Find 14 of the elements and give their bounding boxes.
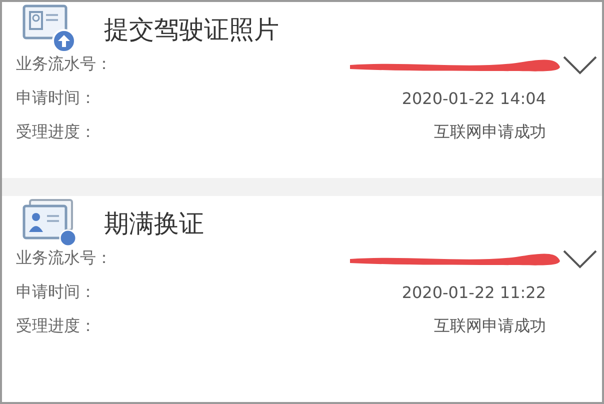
field-value: 2020-01-22 11:22 — [402, 282, 546, 302]
field-value: 2020-01-22 14:04 — [402, 88, 546, 108]
field-label: 业务流水号： — [16, 54, 112, 74]
field-label: 业务流水号： — [16, 248, 112, 268]
chevron-down-icon[interactable] — [562, 54, 598, 76]
field-value: 互联网申请成功 — [434, 316, 546, 336]
field-label: 申请时间： — [16, 88, 96, 108]
record-title: 期满换证 — [104, 208, 204, 240]
field-value: 互联网申请成功 — [434, 122, 546, 142]
field-label: 受理进度： — [16, 122, 96, 142]
field-label: 申请时间： — [16, 282, 96, 302]
chevron-down-icon[interactable] — [562, 248, 598, 270]
field-label: 受理进度： — [16, 316, 96, 336]
record-title: 提交驾驶证照片 — [104, 14, 279, 46]
